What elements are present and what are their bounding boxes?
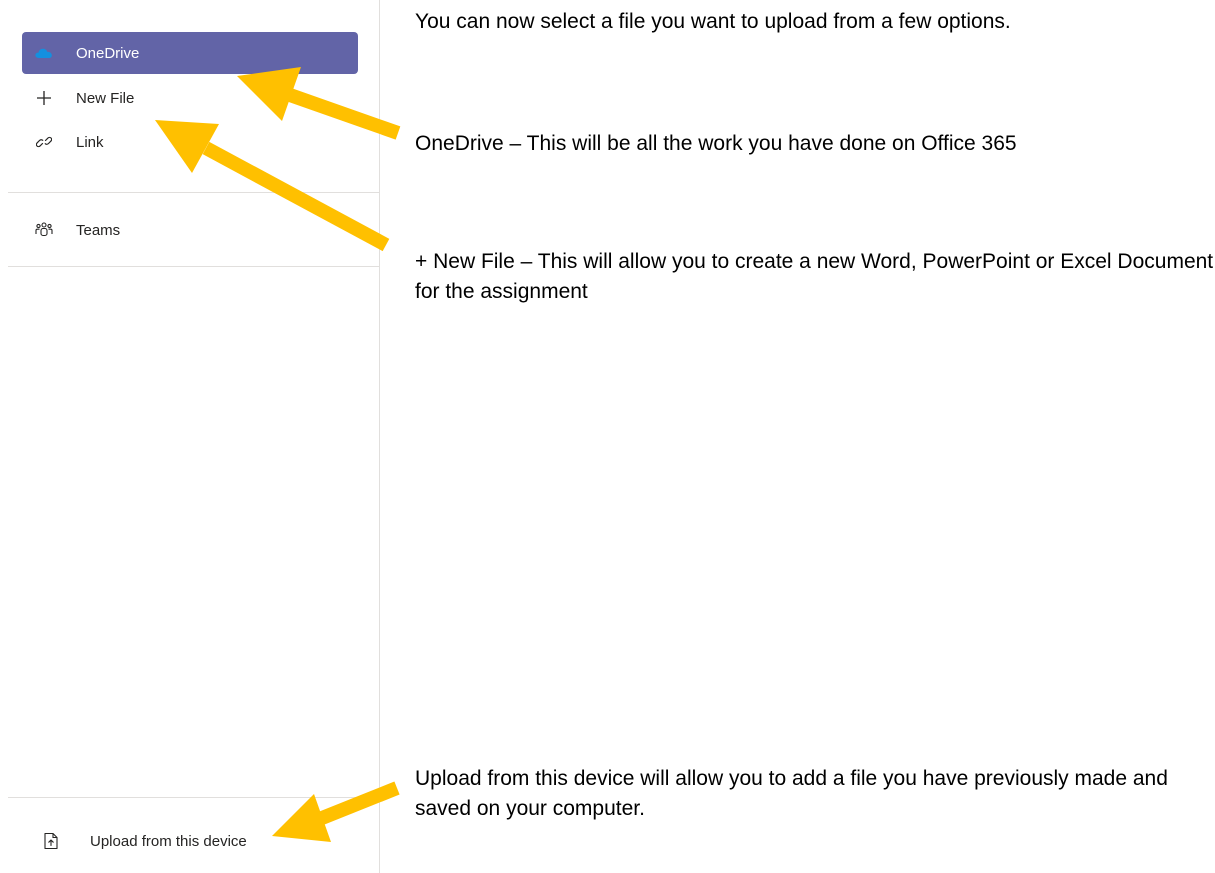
sidebar-divider xyxy=(8,266,379,267)
sidebar-divider xyxy=(8,192,379,193)
plus-icon xyxy=(32,86,56,110)
upload-icon xyxy=(40,830,62,852)
sidebar-divider xyxy=(8,797,379,798)
instruction-onedrive-text: OneDrive – This will be all the work you… xyxy=(415,132,1017,155)
sidebar-item-link[interactable]: Link xyxy=(22,121,358,163)
file-source-sidebar: OneDrive New File Link Teams Upload from… xyxy=(0,0,380,873)
upload-label: Upload from this device xyxy=(90,832,247,850)
sidebar-item-label: Link xyxy=(76,133,104,151)
upload-from-device-button[interactable]: Upload from this device xyxy=(40,826,360,856)
link-icon xyxy=(32,130,56,154)
instruction-upload-text: Upload from this device will allow you t… xyxy=(415,767,1168,820)
sidebar-item-teams[interactable]: Teams xyxy=(22,209,358,251)
sidebar-item-label: Teams xyxy=(76,221,121,239)
sidebar-item-label: OneDrive xyxy=(76,44,140,62)
teams-icon xyxy=(32,218,56,242)
instruction-intro-text: You can now select a file you want to up… xyxy=(415,10,1011,33)
sidebar-item-label: New File xyxy=(76,89,135,107)
onedrive-cloud-icon xyxy=(32,41,56,65)
sidebar-item-onedrive[interactable]: OneDrive xyxy=(22,32,358,74)
instruction-new-file-text: + New File – This will allow you to crea… xyxy=(415,250,1214,303)
sidebar-item-new-file[interactable]: New File xyxy=(22,77,358,119)
